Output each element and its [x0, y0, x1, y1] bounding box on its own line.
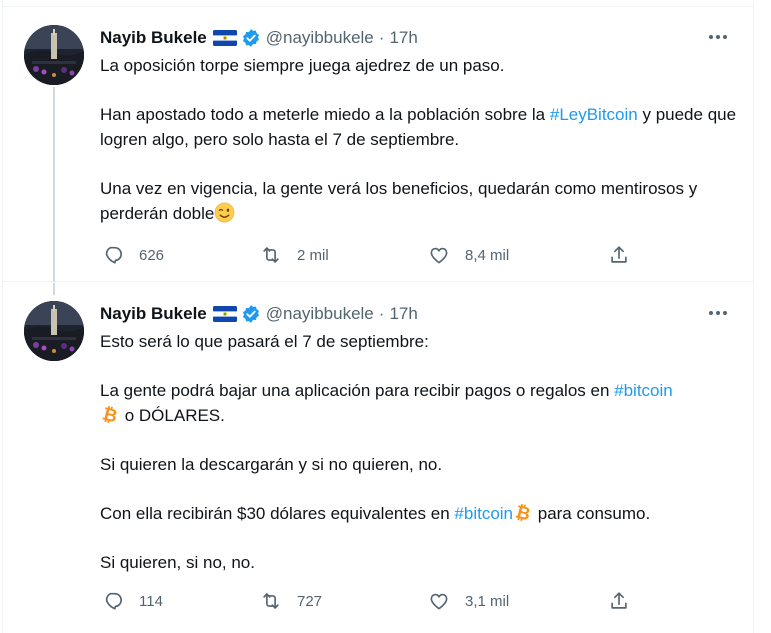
- avatar[interactable]: [24, 25, 84, 85]
- share-button[interactable]: [608, 589, 630, 613]
- tweet-paragraph: Con ella recibirán $30 dólares equivalen…: [100, 501, 740, 526]
- tweet-header: Nayib Bukele @nayibbukele · 17h: [100, 303, 418, 325]
- tweet-paragraph: Si quieren la descargarán y si no quiere…: [100, 452, 740, 477]
- tweet-actions: 626 2 mil 8,4 mil: [100, 243, 640, 267]
- share-button[interactable]: [608, 243, 630, 267]
- hashtag-link[interactable]: #bitcoin: [614, 381, 673, 400]
- tweet-text: La oposición torpe siempre juega ajedrez…: [100, 53, 740, 226]
- el-salvador-flag-icon: [213, 30, 237, 46]
- reply-button[interactable]: 626: [102, 243, 164, 267]
- reply-button[interactable]: 114: [102, 589, 163, 613]
- el-salvador-flag-icon: [213, 306, 237, 322]
- more-options-icon[interactable]: [703, 301, 733, 325]
- bitcoin-icon: [100, 405, 120, 425]
- hashtag-link[interactable]: #LeyBitcoin: [550, 105, 638, 124]
- text-segment: Han apostado todo a meterle miedo a la p…: [100, 105, 550, 124]
- text-segment: Esto será lo que pasará el 7 de septiemb…: [100, 332, 429, 351]
- column-border-right: [753, 0, 754, 633]
- verified-badge-icon: [241, 28, 261, 48]
- reply-count: 114: [139, 592, 163, 610]
- tweet-actions: 114 727 3,1 mil: [100, 589, 640, 613]
- like-button[interactable]: 3,1 mil: [428, 589, 509, 613]
- like-button[interactable]: 8,4 mil: [428, 243, 509, 267]
- tweet-paragraph: La oposición torpe siempre juega ajedrez…: [100, 53, 740, 78]
- like-count: 8,4 mil: [465, 246, 510, 264]
- author-handle[interactable]: @nayibbukele: [266, 304, 374, 324]
- share-icon: [608, 244, 630, 266]
- retweet-button[interactable]: 727: [260, 589, 322, 613]
- timeline-frame: Nayib Bukele @nayibbukele · 17h La oposi…: [0, 0, 771, 633]
- hashtag-link[interactable]: #bitcoin: [454, 504, 513, 523]
- text-segment: o DÓLARES.: [120, 406, 225, 425]
- tweet[interactable]: Nayib Bukele @nayibbukele · 17h Esto ser…: [3, 283, 753, 633]
- tweet-paragraph: La gente podrá bajar una aplicación para…: [100, 378, 740, 428]
- tweet[interactable]: Nayib Bukele @nayibbukele · 17h La oposi…: [3, 7, 753, 282]
- author-handle[interactable]: @nayibbukele: [266, 28, 374, 48]
- verified-badge-icon: [241, 304, 261, 324]
- tweet-paragraph: Esto será lo que pasará el 7 de septiemb…: [100, 329, 740, 354]
- reply-count: 626: [139, 246, 165, 264]
- retweet-icon: [260, 590, 282, 612]
- heart-icon: [428, 590, 450, 612]
- author-name[interactable]: Nayib Bukele: [100, 28, 207, 48]
- tweet-paragraph: Han apostado todo a meterle miedo a la p…: [100, 102, 740, 152]
- text-segment: La gente podrá bajar una aplicación para…: [100, 381, 615, 400]
- text-segment: La oposición torpe siempre juega ajedrez…: [100, 56, 505, 75]
- avatar[interactable]: [24, 301, 84, 361]
- bitcoin-icon: [513, 503, 533, 523]
- text-segment: Si quieren la descargarán y si no quiere…: [100, 455, 443, 474]
- retweet-count: 2 mil: [297, 246, 329, 264]
- retweet-count: 727: [297, 592, 323, 610]
- separator-dot: ·: [378, 304, 385, 323]
- share-icon: [608, 590, 630, 612]
- avatar-image: [24, 25, 84, 85]
- retweet-button[interactable]: 2 mil: [260, 243, 329, 267]
- text-segment: Con ella recibirán $30 dólares equivalen…: [100, 504, 455, 523]
- tweet-header: Nayib Bukele @nayibbukele · 17h: [100, 27, 418, 49]
- author-name[interactable]: Nayib Bukele: [100, 304, 207, 324]
- like-count: 3,1 mil: [465, 592, 510, 610]
- reply-icon: [102, 244, 124, 266]
- text-segment: Una vez en vigencia, la gente verá los b…: [100, 179, 698, 223]
- avatar-image: [24, 301, 84, 361]
- thread-connector-line: [53, 283, 55, 295]
- winking-face-emoji-icon: [214, 202, 235, 223]
- tweet-timestamp[interactable]: 17h: [389, 28, 417, 48]
- separator-dot: ·: [378, 28, 385, 47]
- heart-icon: [428, 244, 450, 266]
- text-segment: para consumo.: [533, 504, 651, 523]
- tweet-text: Esto será lo que pasará el 7 de septiemb…: [100, 329, 740, 575]
- tweet-paragraph: Una vez en vigencia, la gente verá los b…: [100, 176, 740, 226]
- retweet-icon: [260, 244, 282, 266]
- reply-icon: [102, 590, 124, 612]
- more-options-icon[interactable]: [703, 25, 733, 49]
- tweet-paragraph: Si quieren, si no, no.: [100, 550, 740, 575]
- tweet-timestamp[interactable]: 17h: [389, 304, 417, 324]
- thread-connector-line: [53, 87, 55, 282]
- text-segment: Si quieren, si no, no.: [100, 553, 255, 572]
